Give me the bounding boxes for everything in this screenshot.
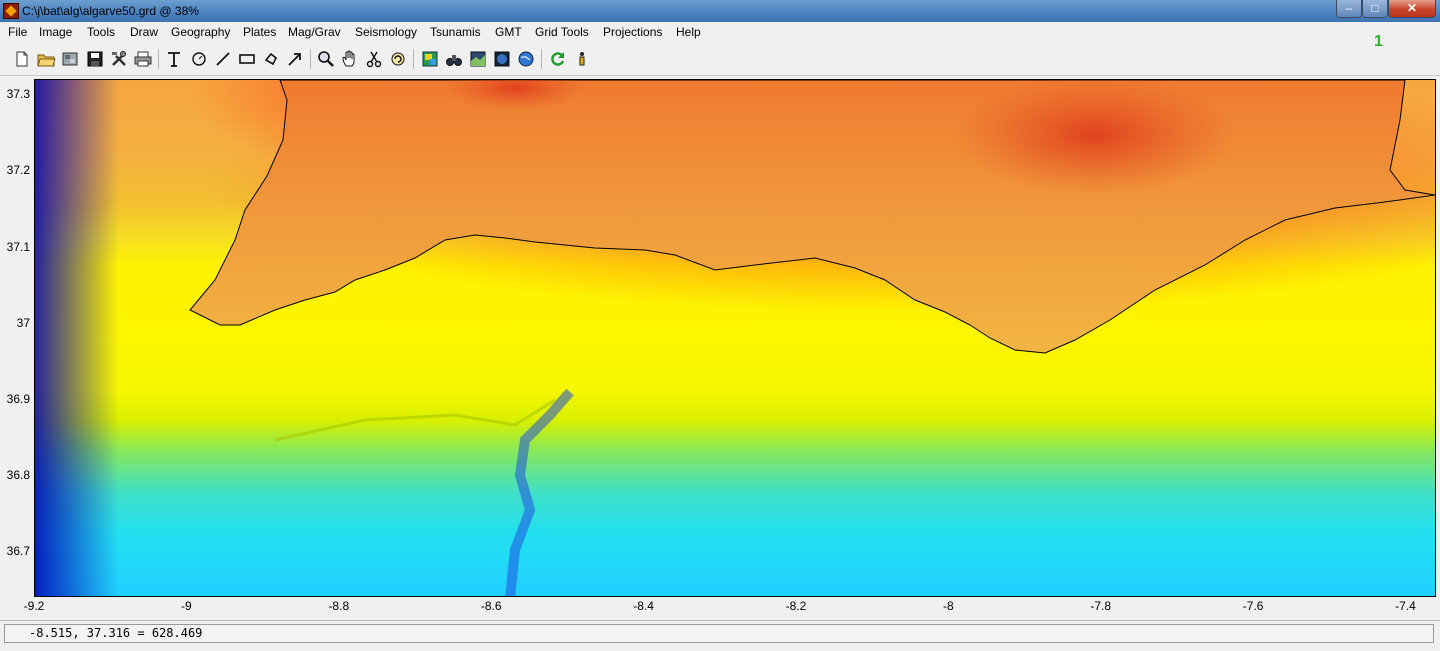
rectangle-icon[interactable] xyxy=(237,49,257,69)
x-tick-label: -9 xyxy=(181,599,192,613)
tools-icon[interactable] xyxy=(109,49,129,69)
menu-tsunamis[interactable]: Tsunamis xyxy=(430,25,481,40)
x-axis: -9.2 -9 -8.8 -8.6 -8.4 -8.2 -8 -7.8 -7.6 -7.4 xyxy=(24,597,1436,619)
y-tick-label: 36.9 xyxy=(6,391,30,406)
x-tick-label: -7.8 xyxy=(1090,599,1112,613)
menu-image[interactable]: Image xyxy=(39,25,72,40)
status-bar: -8.515, 37.316 = 628.469 xyxy=(0,620,1440,651)
binoculars-icon[interactable] xyxy=(444,49,464,69)
x-tick-label: -8.4 xyxy=(633,599,654,613)
import-image-icon[interactable] xyxy=(60,49,80,69)
x-tick-label: -8 xyxy=(943,599,954,613)
toolbar-separator xyxy=(158,49,159,69)
zoom-icon[interactable] xyxy=(316,49,336,69)
mountain-shade xyxy=(955,80,1235,195)
cut-icon[interactable] xyxy=(364,49,384,69)
print-icon[interactable] xyxy=(133,49,153,69)
y-axis: 37.3 37.2 37.1 37 36.9 36.8 36.7 xyxy=(0,79,34,597)
y-tick-label: 36.8 xyxy=(6,468,30,483)
y-tick-label: 37.1 xyxy=(6,239,30,254)
toolbar-separator xyxy=(413,49,414,69)
pan-hand-icon[interactable] xyxy=(340,49,360,69)
refresh-icon[interactable] xyxy=(548,49,568,69)
menu-projections[interactable]: Projections xyxy=(603,25,662,40)
menu-bar: File Image Tools Draw Geography Plates M… xyxy=(0,22,1440,43)
y-tick-label: 36.7 xyxy=(6,544,30,559)
x-tick-label: -9.2 xyxy=(23,599,45,613)
rotate-icon[interactable] xyxy=(388,49,408,69)
menu-help[interactable]: Help xyxy=(676,25,701,40)
info-icon[interactable] xyxy=(572,49,592,69)
text-icon[interactable] xyxy=(164,49,184,69)
line-icon[interactable] xyxy=(213,49,233,69)
app-icon[interactable] xyxy=(3,3,19,19)
menu-tools[interactable]: Tools xyxy=(87,25,115,40)
save-icon[interactable] xyxy=(85,49,105,69)
y-tick-label: 37.2 xyxy=(6,163,30,178)
close-button[interactable]: ✕ xyxy=(1388,0,1436,18)
open-folder-icon[interactable] xyxy=(36,49,56,69)
figure-number: 1 xyxy=(1374,33,1383,50)
minimize-button[interactable]: – xyxy=(1336,0,1362,18)
polygon-icon[interactable] xyxy=(261,49,281,69)
globe-icon[interactable] xyxy=(516,49,536,69)
y-tick-label: 37 xyxy=(16,315,30,330)
window-title: C:\j\bat\alg\algarve50.grd @ 38% xyxy=(22,4,199,18)
circle-icon[interactable] xyxy=(189,49,209,69)
menu-plates[interactable]: Plates xyxy=(243,25,276,40)
map-plot-area[interactable] xyxy=(34,79,1436,597)
menu-file[interactable]: File xyxy=(8,25,27,40)
menu-seismology[interactable]: Seismology xyxy=(355,25,417,40)
menu-gmt[interactable]: GMT xyxy=(495,25,522,40)
menu-grid-tools[interactable]: Grid Tools xyxy=(535,25,589,40)
land-mass xyxy=(189,80,1435,354)
x-tick-label: -7.4 xyxy=(1395,599,1416,613)
maximize-button[interactable]: □ xyxy=(1362,0,1388,18)
toolbar-separator xyxy=(541,49,542,69)
menu-draw[interactable]: Draw xyxy=(130,25,158,40)
x-tick-label: -7.6 xyxy=(1242,599,1264,613)
arrow-icon[interactable] xyxy=(285,49,305,69)
coastline-map xyxy=(189,80,1435,596)
shade-icon[interactable] xyxy=(420,49,440,69)
x-tick-label: -8.8 xyxy=(328,599,350,613)
x-tick-label: -8.2 xyxy=(785,599,807,613)
toolbar xyxy=(0,43,1440,76)
y-tick-label: 37.3 xyxy=(6,87,30,102)
grid-image-icon[interactable] xyxy=(468,49,488,69)
title-bar: C:\j\bat\alg\algarve50.grd @ 38% – □ ✕ xyxy=(0,0,1440,22)
toolbar-separator xyxy=(310,49,311,69)
menu-mag-grav[interactable]: Mag/Grav xyxy=(288,25,341,40)
coordinate-readout: -8.515, 37.316 = 628.469 xyxy=(4,624,1434,643)
globe-dark-icon[interactable] xyxy=(492,49,512,69)
x-tick-label: -8.6 xyxy=(480,599,502,613)
shelf-ridge xyxy=(274,398,556,442)
menu-geography[interactable]: Geography xyxy=(171,25,230,40)
new-file-icon[interactable] xyxy=(12,49,32,69)
